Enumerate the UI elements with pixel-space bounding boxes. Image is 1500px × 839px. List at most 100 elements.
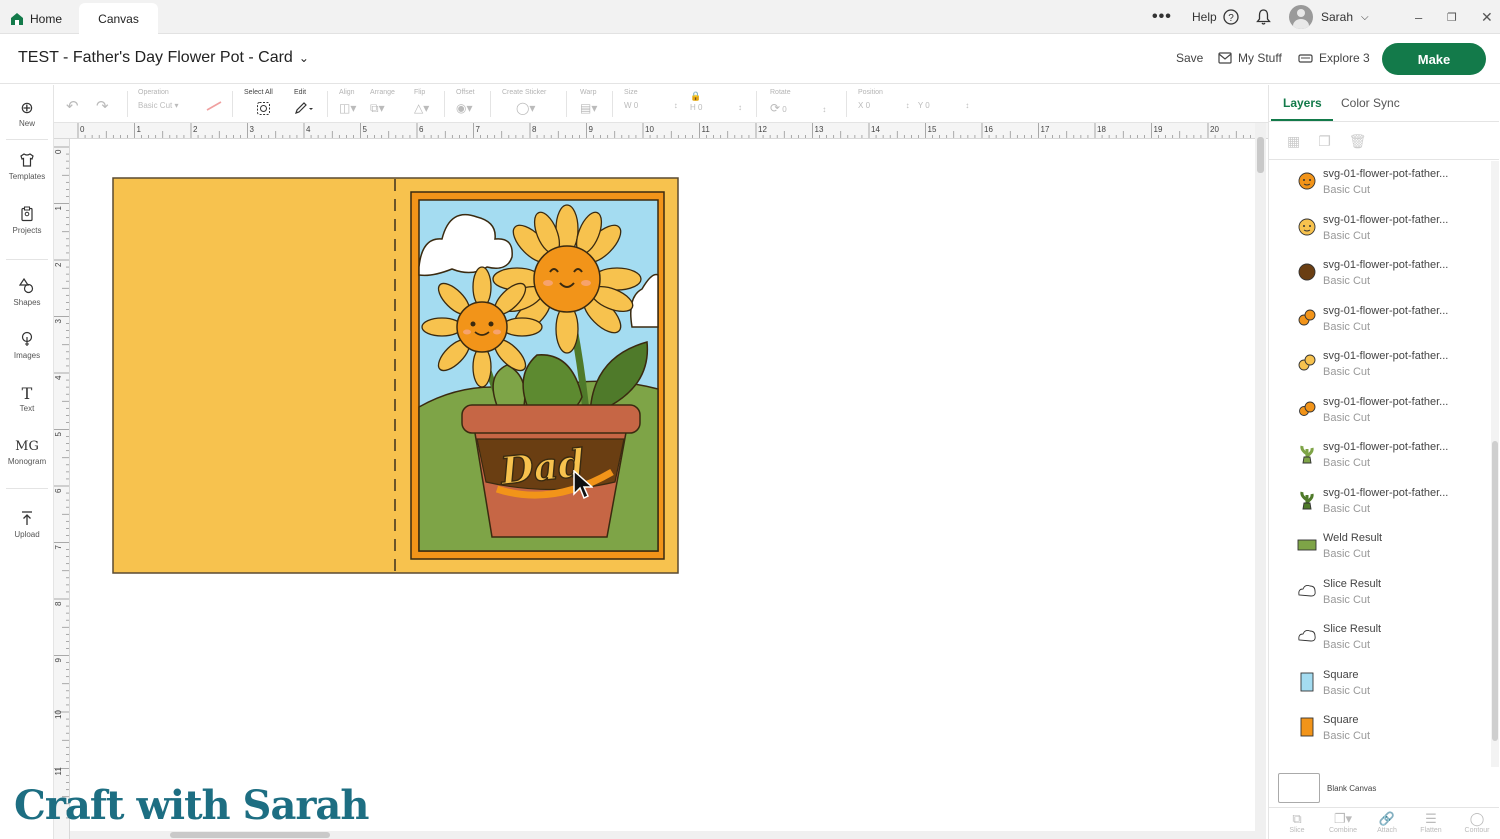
arrange-control[interactable]: Arrange ⧉▾ [370, 89, 395, 116]
canvas-scrollbar-horizontal[interactable] [70, 831, 1256, 839]
machine-icon [1298, 53, 1313, 63]
restore-button[interactable]: ❐ [1447, 0, 1457, 34]
sidebar-item-images[interactable]: Images [0, 331, 54, 360]
minimize-button[interactable]: – [1415, 0, 1422, 34]
align-control[interactable]: Align ◫▾ [339, 89, 356, 115]
help-button[interactable]: Help ? [1192, 0, 1239, 34]
ruler-label: 7 [54, 545, 63, 550]
help-icon: ? [1223, 9, 1239, 25]
layer-thumbnail [1298, 584, 1316, 596]
design-canvas[interactable]: Dad [70, 140, 1256, 830]
tab-layers[interactable]: Layers [1283, 96, 1322, 110]
layers-scrollbar[interactable] [1491, 161, 1499, 767]
make-label: Make [1417, 51, 1451, 67]
project-title[interactable]: TEST - Father's Day Flower Pot - Card ⌄ [18, 49, 309, 67]
scrollbar-thumb[interactable] [170, 832, 330, 838]
height-input[interactable]: 0 [698, 103, 738, 112]
tab-color-sync[interactable]: Color Sync [1341, 96, 1400, 110]
sidebar-item-shapes[interactable]: Shapes [0, 277, 54, 307]
card-design[interactable]: Dad [112, 177, 682, 577]
contour-button[interactable]: ◯ Contour [1455, 811, 1499, 834]
save-label: Save [1176, 51, 1204, 65]
scrollbar-thumb[interactable] [1257, 137, 1264, 173]
ruler-label: 5 [363, 125, 368, 134]
user-menu[interactable]: Sarah ⌵ [1289, 0, 1369, 34]
layer-item[interactable]: svg-01-flower-pot-father... Basic Cut [1269, 389, 1491, 434]
canvas-scrollbar-vertical[interactable] [1255, 123, 1266, 839]
y-input[interactable]: 0 [925, 101, 965, 110]
close-button[interactable]: ✕ [1481, 0, 1493, 34]
make-button[interactable]: Make [1382, 43, 1486, 75]
rotate-control: Rotate ⟳ 0 ↕ [770, 89, 827, 115]
redo-button[interactable]: ↷ [96, 97, 109, 115]
offset-control[interactable]: Offset ◉▾ [456, 89, 475, 115]
sidebar-item-label: Shapes [13, 298, 41, 307]
layer-item[interactable]: svg-01-flower-pot-father... Basic Cut [1269, 480, 1491, 525]
layer-thumbnail [1297, 539, 1317, 551]
linetype-swatch[interactable] [206, 101, 222, 113]
ruler-label: 1 [54, 206, 63, 211]
operation-control[interactable]: Operation Basic Cut ▾ [138, 89, 178, 110]
ruler-label: 19 [1154, 125, 1163, 134]
pencil-icon [294, 101, 314, 118]
layer-thumbnail [1300, 445, 1314, 464]
layer-item[interactable]: svg-01-flower-pot-father... Basic Cut [1269, 161, 1491, 206]
help-label: Help [1192, 10, 1217, 24]
layer-item[interactable]: svg-01-flower-pot-father... Basic Cut [1269, 298, 1491, 343]
layer-item[interactable]: Slice Result Basic Cut [1269, 571, 1491, 616]
create-sticker-control[interactable]: Create Sticker ◯▾ [502, 89, 546, 115]
sidebar-item-text[interactable]: T Text [0, 384, 54, 413]
blank-canvas-layer[interactable]: Blank Canvas [1277, 773, 1491, 805]
edit-button[interactable]: Edit [294, 89, 314, 118]
save-button[interactable]: Save [1176, 51, 1203, 65]
layer-item[interactable]: svg-01-flower-pot-father... Basic Cut [1269, 207, 1491, 252]
sidebar-item-monogram[interactable]: MG Monogram [0, 437, 54, 466]
layer-item[interactable]: Square Basic Cut [1269, 662, 1491, 707]
flip-control[interactable]: Flip △▾ [414, 89, 429, 115]
group-icon[interactable]: ▦ [1287, 133, 1300, 150]
notifications-button[interactable] [1256, 0, 1271, 34]
more-options-button[interactable]: ••• [1152, 0, 1172, 34]
tab-home[interactable]: Home [10, 3, 80, 34]
sidebar-item-upload[interactable]: Upload [0, 510, 54, 539]
combine-button[interactable]: ❐▾ Combine [1321, 811, 1365, 834]
layer-item[interactable]: svg-01-flower-pot-father... Basic Cut [1269, 252, 1491, 297]
attach-button[interactable]: 🔗 Attach [1365, 811, 1409, 834]
select-all-button[interactable]: Select All [244, 89, 273, 119]
layer-item[interactable]: Weld Result Basic Cut [1269, 525, 1491, 570]
scrollbar-thumb[interactable] [1492, 441, 1498, 741]
width-input[interactable]: 0 [634, 101, 674, 110]
trash-icon[interactable]: 🗑 [1349, 133, 1367, 150]
flatten-button[interactable]: ☰ Flatten [1409, 811, 1453, 834]
home-icon [11, 12, 23, 25]
layer-name: Slice Result [1323, 623, 1382, 635]
layer-item[interactable]: Square Basic Cut [1269, 707, 1491, 752]
ruler-label: 2 [54, 262, 63, 267]
redo-icon: ↷ [96, 98, 109, 115]
warp-control[interactable]: Warp ▤▾ [580, 89, 597, 115]
layer-item[interactable]: Slice Result Basic Cut [1269, 616, 1491, 661]
sidebar-item-new[interactable]: ⊕ New [0, 99, 54, 128]
undo-button[interactable]: ↶ [66, 97, 79, 115]
layer-item[interactable]: svg-01-flower-pot-father... Basic Cut [1269, 434, 1491, 479]
tab-canvas[interactable]: Canvas [79, 3, 158, 34]
size-control: Size W 0 ↕ [624, 89, 678, 110]
sidebar-item-projects[interactable]: Projects [0, 206, 54, 235]
toolbar-divider [327, 91, 328, 117]
layer-item[interactable]: svg-01-flower-pot-father... Basic Cut [1269, 343, 1491, 388]
ruler-label: 6 [54, 488, 63, 493]
mouse-cursor-icon [573, 470, 593, 500]
slice-button[interactable]: ⧉ Slice [1275, 811, 1319, 834]
machine-button[interactable]: Explore 3 [1298, 51, 1370, 65]
sunflower-small [421, 266, 543, 388]
x-input[interactable]: 0 [866, 101, 906, 110]
my-stuff-button[interactable]: My Stuff [1218, 51, 1282, 65]
rotate-input[interactable]: 0 [782, 105, 822, 114]
sidebar-item-templates[interactable]: Templates [0, 152, 54, 181]
layer-operation: Basic Cut [1323, 184, 1371, 196]
width-label: W [624, 101, 632, 110]
operation-select[interactable]: Basic Cut ▾ [138, 101, 178, 110]
duplicate-icon[interactable]: ❐ [1318, 133, 1331, 150]
layer-operation: Basic Cut [1323, 411, 1371, 424]
sidebar-item-label: Templates [8, 172, 46, 181]
